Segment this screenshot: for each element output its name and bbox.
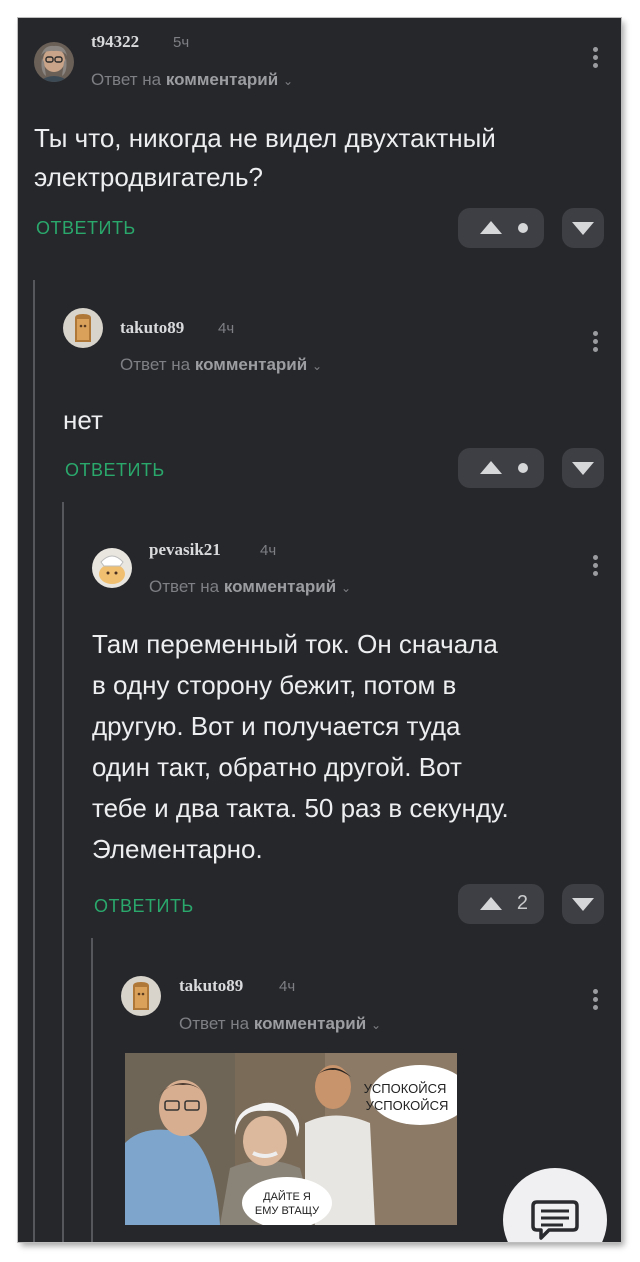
comment-text-line: в одну сторону бежит, потом в [92,670,457,700]
meme-caption-bottom-2: ЕМУ ВТАЩУ [255,1205,320,1217]
comment-text-line: другую. Вот и получается туда [92,711,461,741]
reply-to-prefix: Ответ на [120,355,191,374]
reply-to-target[interactable]: комментарий [254,1014,366,1033]
more-vertical-icon[interactable] [590,328,600,358]
rating-hidden-dot [518,223,528,233]
chevron-down-icon[interactable]: ⌄ [341,581,351,595]
comment-text: Ты что, никогда не видел двухтактный эле… [34,119,604,197]
upvote-button[interactable] [458,208,544,248]
upvote-button[interactable]: 2 [458,884,544,924]
triangle-down-icon [572,462,594,475]
comment-text-line: тебе и два такта. 50 раз в секунду. [92,793,509,823]
downvote-button[interactable] [562,208,604,248]
avatar[interactable] [92,548,132,588]
comment-takuto89: takuto89 4ч Ответ на комментарий ⌄ нет О… [18,278,621,498]
comment-text-line: Элементарно. [92,834,263,864]
meme-image[interactable]: УСПОКОЙСЯ УСПОКОЙСЯ ДАЙТЕ Я ЕМУ ВТАЩУ [125,1053,457,1225]
reply-to-target[interactable]: комментарий [195,355,307,374]
comments-screen: t94322 5ч Ответ на комментарий ⌄ Ты что,… [18,18,621,1242]
meme-caption-top-2: УСПОКОЙСЯ [366,1098,449,1113]
downvote-button[interactable] [562,448,604,488]
more-vertical-icon[interactable] [590,44,600,74]
meme-caption-bottom-1: ДАЙТЕ Я [263,1190,311,1203]
reply-to-prefix: Ответ на [179,1014,250,1033]
triangle-up-icon [480,221,502,234]
username[interactable]: takuto89 [179,976,243,996]
rating-hidden-dot [518,463,528,473]
comment-text-line: электродвигатель? [34,162,263,192]
timestamp: 5ч [173,34,190,51]
chevron-down-icon[interactable]: ⌄ [312,359,322,373]
more-vertical-icon[interactable] [590,552,600,582]
triangle-up-icon [480,461,502,474]
more-vertical-icon[interactable] [590,986,600,1016]
reply-to-target[interactable]: комментарий [224,577,336,596]
reply-button[interactable]: ОТВЕТИТЬ [94,896,194,917]
timestamp: 4ч [279,978,296,995]
comment-text-line: нет [63,405,103,435]
reply-to-link[interactable]: Ответ на комментарий ⌄ [179,1014,381,1034]
comments-fab-button[interactable] [503,1168,607,1242]
comment-t94322: t94322 5ч Ответ на комментарий ⌄ Ты что,… [18,18,621,278]
timestamp: 4ч [260,542,277,559]
avatar[interactable] [63,308,103,348]
comment-text-line: один такт, обратно другой. Вот [92,752,462,782]
avatar[interactable] [121,976,161,1016]
reply-button[interactable]: ОТВЕТИТЬ [36,218,136,239]
username[interactable]: t94322 [91,32,139,52]
chevron-down-icon[interactable]: ⌄ [371,1018,381,1032]
reply-to-prefix: Ответ на [149,577,220,596]
reply-to-link[interactable]: Ответ на комментарий ⌄ [91,70,293,90]
timestamp: 4ч [218,320,235,337]
triangle-down-icon [572,898,594,911]
upvote-button[interactable] [458,448,544,488]
comment-pevasik21: pevasik21 4ч Ответ на комментарий ⌄ Там … [18,498,621,938]
chevron-down-icon[interactable]: ⌄ [283,74,293,88]
reply-to-prefix: Ответ на [91,70,162,89]
username[interactable]: pevasik21 [149,540,221,560]
reply-button[interactable]: ОТВЕТИТЬ [65,460,165,481]
comment-text-line: Там переменный ток. Он сначала [92,629,498,659]
comment-text: нет [63,401,603,440]
reply-to-link[interactable]: Ответ на комментарий ⌄ [149,577,351,597]
avatar[interactable] [34,42,74,82]
comment-text-line: Ты что, никогда не видел двухтактный [34,123,496,153]
triangle-up-icon [480,897,502,910]
meme-caption-top-1: УСПОКОЙСЯ [364,1081,447,1096]
reply-to-link[interactable]: Ответ на комментарий ⌄ [120,355,322,375]
rating-count: 2 [516,892,528,914]
downvote-button[interactable] [562,884,604,924]
triangle-down-icon [572,222,594,235]
reply-to-target[interactable]: комментарий [166,70,278,89]
username[interactable]: takuto89 [120,318,184,338]
comment-icon [531,1200,579,1240]
comment-text: Там переменный ток. Он сначала в одну ст… [92,624,612,870]
